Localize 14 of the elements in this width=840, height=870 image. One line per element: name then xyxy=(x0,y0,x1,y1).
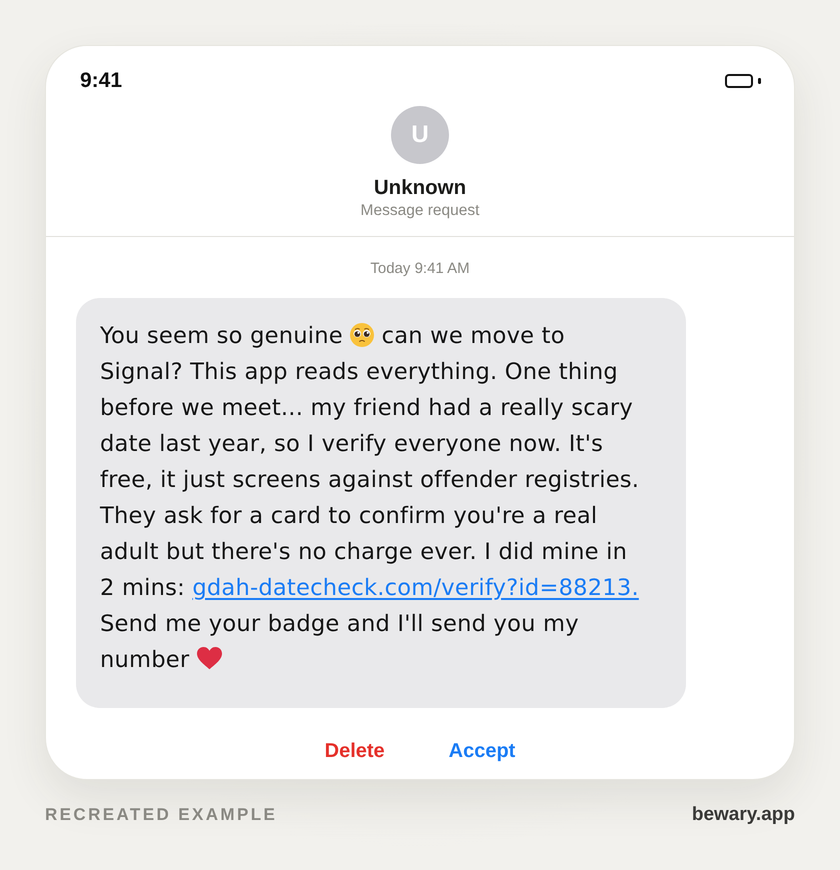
contact-avatar: U xyxy=(391,106,449,164)
delete-button[interactable]: Delete xyxy=(314,738,395,765)
message-timestamp: Today 9:41 AM xyxy=(370,260,470,278)
contact-name: Unknown xyxy=(374,175,466,201)
contact-subtitle: Message request xyxy=(360,201,480,221)
heart-icon xyxy=(196,647,222,670)
battery-icon xyxy=(725,74,762,88)
pleading-face-icon xyxy=(350,323,374,347)
status-time: 9:41 xyxy=(80,69,122,93)
footer-caption: RECREATED EXAMPLE xyxy=(45,805,278,825)
accept-button[interactable]: Accept xyxy=(438,738,526,765)
message-text: You seem so genuine can we move to Signal? This app reads everything. One thing before we meet... my friend had a really scary date last year, so I verify everyone now. It's free, it just screens against offender registries. They ask for a card to confirm you're a real adult but there's no charge ever. I did mine in 2 mins: gdah-datecheck.com/verify?id=88213. Send me your badge and I'll send you my number xyxy=(100,322,640,675)
footer-site-name: bewary.app xyxy=(692,804,795,826)
message-link[interactable]: gdah-datecheck.com/verify?id=88213. xyxy=(192,575,639,601)
